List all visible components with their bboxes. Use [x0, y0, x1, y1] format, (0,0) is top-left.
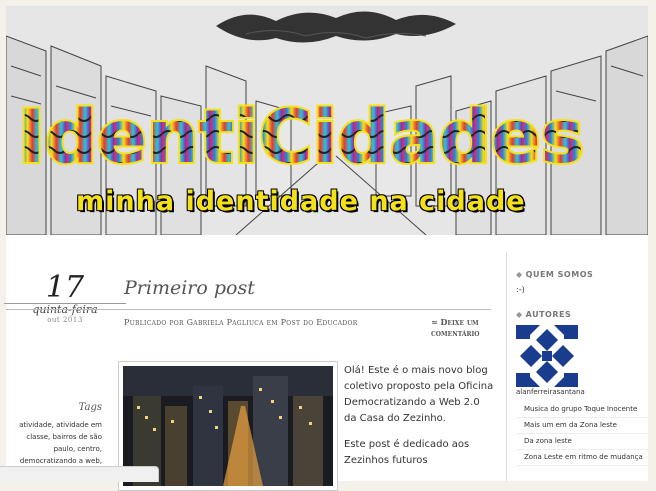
date-weekday: quinta-feira [32, 303, 98, 316]
leave-comment-link[interactable]: ≈ Deixe um comentário [431, 317, 491, 339]
autores-heading: ◆ AUTORES [516, 310, 648, 319]
recent-posts-list: Musica do grupo Toque Inocente Mais um e… [516, 402, 648, 466]
blog-title-text: IdentiCidades [18, 95, 584, 176]
author-avatar[interactable] [516, 325, 578, 387]
quem-somos-title: QUEM SOMOS [525, 270, 594, 279]
list-item[interactable]: Musica do grupo Toque Inocente [516, 402, 648, 418]
browser-status-bar [0, 466, 159, 482]
diamond-icon: ◆ [516, 310, 523, 319]
post-meta[interactable]: Publicado por Gabriela Pagliuca em Post … [124, 318, 358, 327]
quem-somos-heading: ◆ QUEM SOMOS [516, 270, 648, 279]
date-day: 17 [45, 270, 85, 305]
sidebar-divider [506, 252, 507, 481]
blog-title-logo: IdentiCidades [18, 94, 586, 176]
list-item[interactable]: Da zona leste [516, 434, 648, 450]
date-month: out 2013 [47, 316, 83, 324]
autores-title: AUTORES [525, 310, 572, 319]
diamond-icon: ◆ [516, 270, 523, 279]
post-divider [6, 309, 491, 310]
post-area: 17 quinta-feira out 2013 Primeiro post P… [4, 235, 506, 491]
blog-page: IdentiCidades minha identidade na cidade… [4, 6, 648, 491]
list-item[interactable]: Zona Leste em ritmo de mudança [516, 450, 648, 466]
post-title[interactable]: Primeiro post [124, 277, 255, 299]
post-paragraph: Olá! Este é o mais novo blog coletivo pr… [344, 365, 494, 424]
post-body: Olá! Este é o mais novo blog coletivo pr… [344, 363, 494, 479]
post-paragraph: Este post é dedicado aos Zezinhos futuro… [344, 439, 470, 466]
list-item[interactable]: Mais um em da Zona leste [516, 418, 648, 434]
tags-heading: Tags [78, 402, 102, 413]
post-date: 17 quinta-feira out 2013 [4, 270, 126, 324]
sidebar: ◆ QUEM SOMOS :-) ◆ AUTORES alanferreirasan… [516, 270, 648, 466]
header-banner[interactable]: IdentiCidades minha identidade na cidade [6, 6, 648, 235]
tags-list[interactable]: atividade, atividade em classe, bairros … [14, 419, 102, 467]
blog-title[interactable]: IdentiCidades [18, 94, 648, 176]
author-name[interactable]: alanferreirasantana [516, 388, 648, 396]
blog-subtitle: minha identidade na cidade [76, 186, 526, 217]
quem-somos-text: :-) [516, 285, 525, 294]
